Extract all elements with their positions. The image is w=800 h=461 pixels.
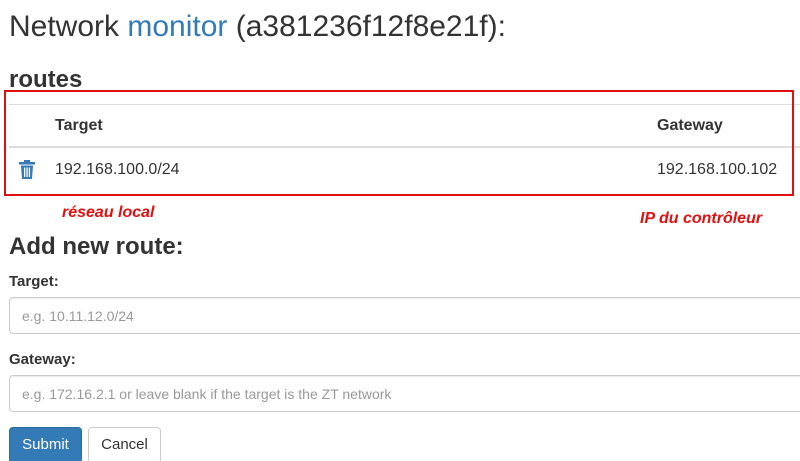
gateway-field-label: Gateway: xyxy=(9,351,76,368)
page-title-prefix: Network xyxy=(9,10,128,43)
cancel-button[interactable]: Cancel xyxy=(88,427,161,461)
column-header-target: Target xyxy=(55,117,103,134)
annotation-local-network: réseau local xyxy=(62,204,155,221)
monitor-link[interactable]: monitor xyxy=(127,10,227,43)
trash-icon[interactable] xyxy=(18,160,36,180)
routes-heading: routes xyxy=(9,66,83,93)
page-title: Network monitor (a381236f12f8e21f): xyxy=(9,8,506,46)
target-input[interactable] xyxy=(9,297,800,334)
annotation-controller-ip: IP du contrôleur xyxy=(640,210,763,227)
page-title-suffix: (a381236f12f8e21f): xyxy=(227,10,506,43)
target-field-label: Target: xyxy=(9,273,59,290)
column-header-gateway: Gateway xyxy=(657,117,723,134)
gateway-input[interactable] xyxy=(9,375,800,412)
route-gateway-cell: 192.168.100.102 xyxy=(657,161,778,178)
submit-button[interactable]: Submit xyxy=(9,427,82,461)
network-page: Network monitor (a381236f12f8e21f): rout… xyxy=(0,0,800,461)
table-row: 192.168.100.0/24 192.168.100.102 xyxy=(9,148,800,192)
table-header-row: Target Gateway xyxy=(9,104,800,148)
route-target-cell: 192.168.100.0/24 xyxy=(55,161,180,178)
add-route-heading: Add new route: xyxy=(9,233,184,260)
